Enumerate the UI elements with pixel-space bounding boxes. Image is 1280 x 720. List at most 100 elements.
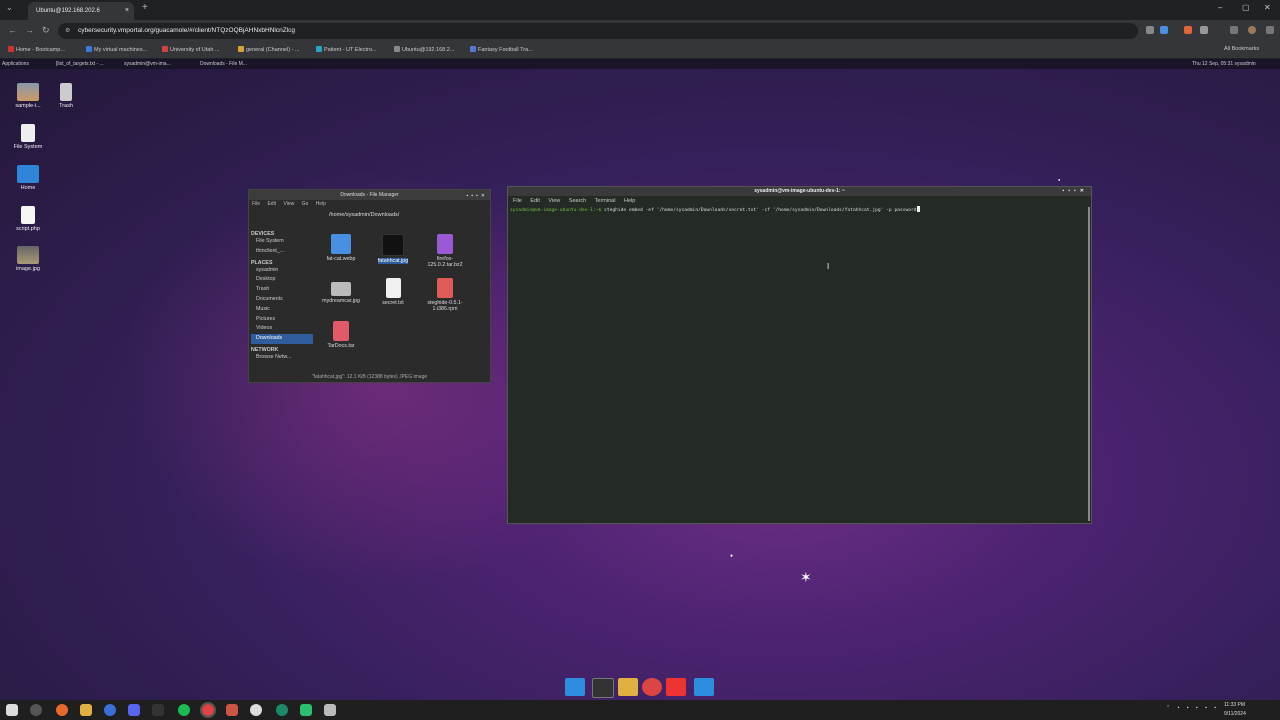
file-item[interactable]: steghide-0.5.1-1.i386.rpm bbox=[420, 278, 470, 312]
desktop-icon[interactable]: script.php bbox=[8, 206, 48, 232]
site-settings-icon[interactable]: ⚙ bbox=[65, 23, 70, 39]
tray-date[interactable]: 9/11/2024 bbox=[1224, 711, 1246, 717]
desktop-icon[interactable]: image.jpg bbox=[8, 246, 48, 272]
window-controls[interactable]: ▪▪▪✕ bbox=[466, 191, 488, 201]
applications-menu[interactable]: Applications bbox=[2, 61, 29, 67]
bookmark-item[interactable]: My virtual machines... bbox=[86, 46, 147, 53]
terminal-line[interactable]: sysadmin@vm-image-ubuntu-dev-1:~$ steghi… bbox=[508, 206, 1091, 213]
scrollbar[interactable] bbox=[1088, 207, 1090, 521]
extension-icon[interactable] bbox=[1184, 26, 1192, 34]
extensions-icon[interactable] bbox=[1200, 26, 1208, 34]
menu-file[interactable]: File bbox=[513, 198, 522, 204]
sidebar-item-pictures[interactable]: Pictures bbox=[251, 315, 313, 325]
bookmark-item[interactable]: University of Utah ... bbox=[162, 46, 220, 53]
reload-icon[interactable]: ↻ bbox=[42, 25, 50, 36]
menu-view[interactable]: View bbox=[283, 201, 294, 207]
menu-terminal[interactable]: Terminal bbox=[595, 198, 616, 204]
chrome-icon[interactable] bbox=[642, 678, 662, 696]
menu-edit[interactable]: Edit bbox=[267, 201, 276, 207]
notepad-icon[interactable] bbox=[324, 704, 336, 716]
address-bar[interactable]: ⚙ cybersecurity.vmportal.org/guacamole/#… bbox=[58, 23, 1138, 39]
sidebar-item-thinclient[interactable]: thinclient_... bbox=[251, 247, 313, 257]
window-titlebar[interactable]: sysadmin@vm-image-ubuntu-dev-1: ~ ▪▪▪✕ bbox=[508, 187, 1091, 196]
terminal-window: sysadmin@vm-image-ubuntu-dev-1: ~ ▪▪▪✕ F… bbox=[507, 186, 1092, 524]
desktop-icon[interactable]: sample-i... bbox=[8, 83, 48, 109]
app-icon[interactable] bbox=[300, 704, 312, 716]
menu-file[interactable]: File bbox=[252, 201, 260, 207]
discord-icon[interactable] bbox=[128, 704, 140, 716]
chrome-icon[interactable] bbox=[200, 702, 216, 718]
browser-tab[interactable]: Ubuntu@192.168.202.6 × bbox=[28, 2, 134, 20]
desktop-icon[interactable]: Trash bbox=[46, 83, 86, 109]
file-item[interactable]: TarDocs.tar bbox=[316, 321, 366, 349]
tab-list-icon[interactable]: ⌄ bbox=[6, 3, 13, 12]
windows-start-icon[interactable] bbox=[6, 704, 18, 716]
sidebar-item-trash[interactable]: Trash bbox=[251, 285, 313, 295]
edge-icon[interactable] bbox=[276, 704, 288, 716]
close-window-button[interactable]: ✕ bbox=[1264, 3, 1271, 12]
profile-avatar[interactable] bbox=[1248, 26, 1256, 34]
menu-edit[interactable]: Edit bbox=[530, 198, 539, 204]
app-icon[interactable] bbox=[666, 678, 686, 696]
file-item[interactable]: firefox-125.0.2.tar.bz2 bbox=[420, 234, 470, 268]
window-controls[interactable]: ▪▪▪✕ bbox=[1062, 187, 1088, 196]
spotify-icon[interactable] bbox=[178, 704, 190, 716]
sidebar: DEVICES File System thinclient_... PLACE… bbox=[251, 228, 313, 363]
menu-icon[interactable] bbox=[1266, 26, 1274, 34]
menu-search[interactable]: Search bbox=[569, 198, 586, 204]
bookmark-item[interactable]: Patient - UT Electro... bbox=[316, 46, 376, 53]
panel-task[interactable]: [list_of_targets.txt - ... bbox=[56, 61, 104, 67]
zoom-icon[interactable] bbox=[1146, 26, 1154, 34]
tab-close-icon[interactable]: × bbox=[125, 2, 129, 20]
file-item[interactable]: fat-cat.webp bbox=[316, 234, 366, 262]
url-text: cybersecurity.vmportal.org/guacamole/#/c… bbox=[78, 27, 295, 34]
system-tray-icons[interactable]: ⌃ ▪ ▪ ▪ ▪ ▪ bbox=[1166, 705, 1219, 711]
sidebar-item-downloads[interactable]: Downloads bbox=[251, 334, 313, 344]
sidebar-item-browse-network[interactable]: Browse Netw... bbox=[251, 353, 313, 363]
sidebar-item-videos[interactable]: Videos bbox=[251, 324, 313, 334]
panel-task[interactable]: Downloads - File M... bbox=[200, 61, 247, 67]
files-icon[interactable] bbox=[565, 678, 585, 696]
bookmark-item[interactable]: Fantasy Football Tra... bbox=[470, 46, 533, 53]
search-icon[interactable] bbox=[30, 704, 42, 716]
bookmark-item[interactable]: general (Channel) - ... bbox=[238, 46, 300, 53]
terminal-icon[interactable] bbox=[592, 678, 614, 698]
file-item[interactable]: secret.txt bbox=[368, 278, 418, 306]
back-icon[interactable]: ← bbox=[8, 25, 17, 35]
file-manager-window: Downloads - File Manager ▪▪▪✕ File Edit … bbox=[248, 189, 491, 383]
menu-go[interactable]: Go bbox=[302, 201, 309, 207]
location-bar[interactable]: /home/sysadmin/Downloads/ bbox=[249, 209, 490, 221]
folder-icon[interactable] bbox=[618, 678, 638, 696]
desktop-icon[interactable]: Home bbox=[8, 165, 48, 191]
app-icon[interactable] bbox=[104, 704, 116, 716]
menu-view[interactable]: View bbox=[548, 198, 560, 204]
folder-icon[interactable] bbox=[694, 678, 714, 696]
media-player-icon[interactable] bbox=[250, 704, 262, 716]
bookmark-item[interactable]: Ubuntu@192.168.2... bbox=[394, 46, 454, 53]
menu-help[interactable]: Help bbox=[316, 201, 326, 207]
window-titlebar[interactable]: Downloads - File Manager ▪▪▪✕ bbox=[249, 190, 490, 200]
sidebar-item-music[interactable]: Music bbox=[251, 305, 313, 315]
steam-icon[interactable] bbox=[152, 704, 164, 716]
forward-icon[interactable]: → bbox=[25, 25, 34, 35]
menu-help[interactable]: Help bbox=[624, 198, 635, 204]
panel-task[interactable]: sysadmin@vm-ima... bbox=[124, 61, 171, 67]
explorer-icon[interactable] bbox=[80, 704, 92, 716]
sidebar-item-desktop[interactable]: Desktop bbox=[251, 275, 313, 285]
bookmark-item[interactable]: Home - Bootcamp... bbox=[8, 46, 65, 53]
firefox-icon[interactable] bbox=[56, 704, 68, 716]
maximize-button[interactable]: ▢ bbox=[1242, 3, 1250, 12]
tray-time[interactable]: 11:33 PM bbox=[1224, 702, 1245, 708]
desktop-icon[interactable]: File System bbox=[8, 124, 48, 150]
sidebar-item-sysadmin[interactable]: sysadmin bbox=[251, 266, 313, 276]
app-icon[interactable] bbox=[226, 704, 238, 716]
sidebar-item-documents[interactable]: Documents bbox=[251, 295, 313, 305]
file-item[interactable]: mydreamcar.jpg bbox=[316, 278, 366, 304]
file-item[interactable]: fatahhcat.jpg bbox=[368, 234, 418, 264]
bookmark-star-icon[interactable] bbox=[1160, 26, 1168, 34]
minimize-button[interactable]: – bbox=[1218, 3, 1222, 12]
all-bookmarks-button[interactable]: All Bookmarks bbox=[1224, 46, 1259, 52]
sidebar-item-file-system[interactable]: File System bbox=[251, 237, 313, 247]
new-tab-button[interactable]: + bbox=[142, 2, 148, 13]
download-icon[interactable] bbox=[1230, 26, 1238, 34]
